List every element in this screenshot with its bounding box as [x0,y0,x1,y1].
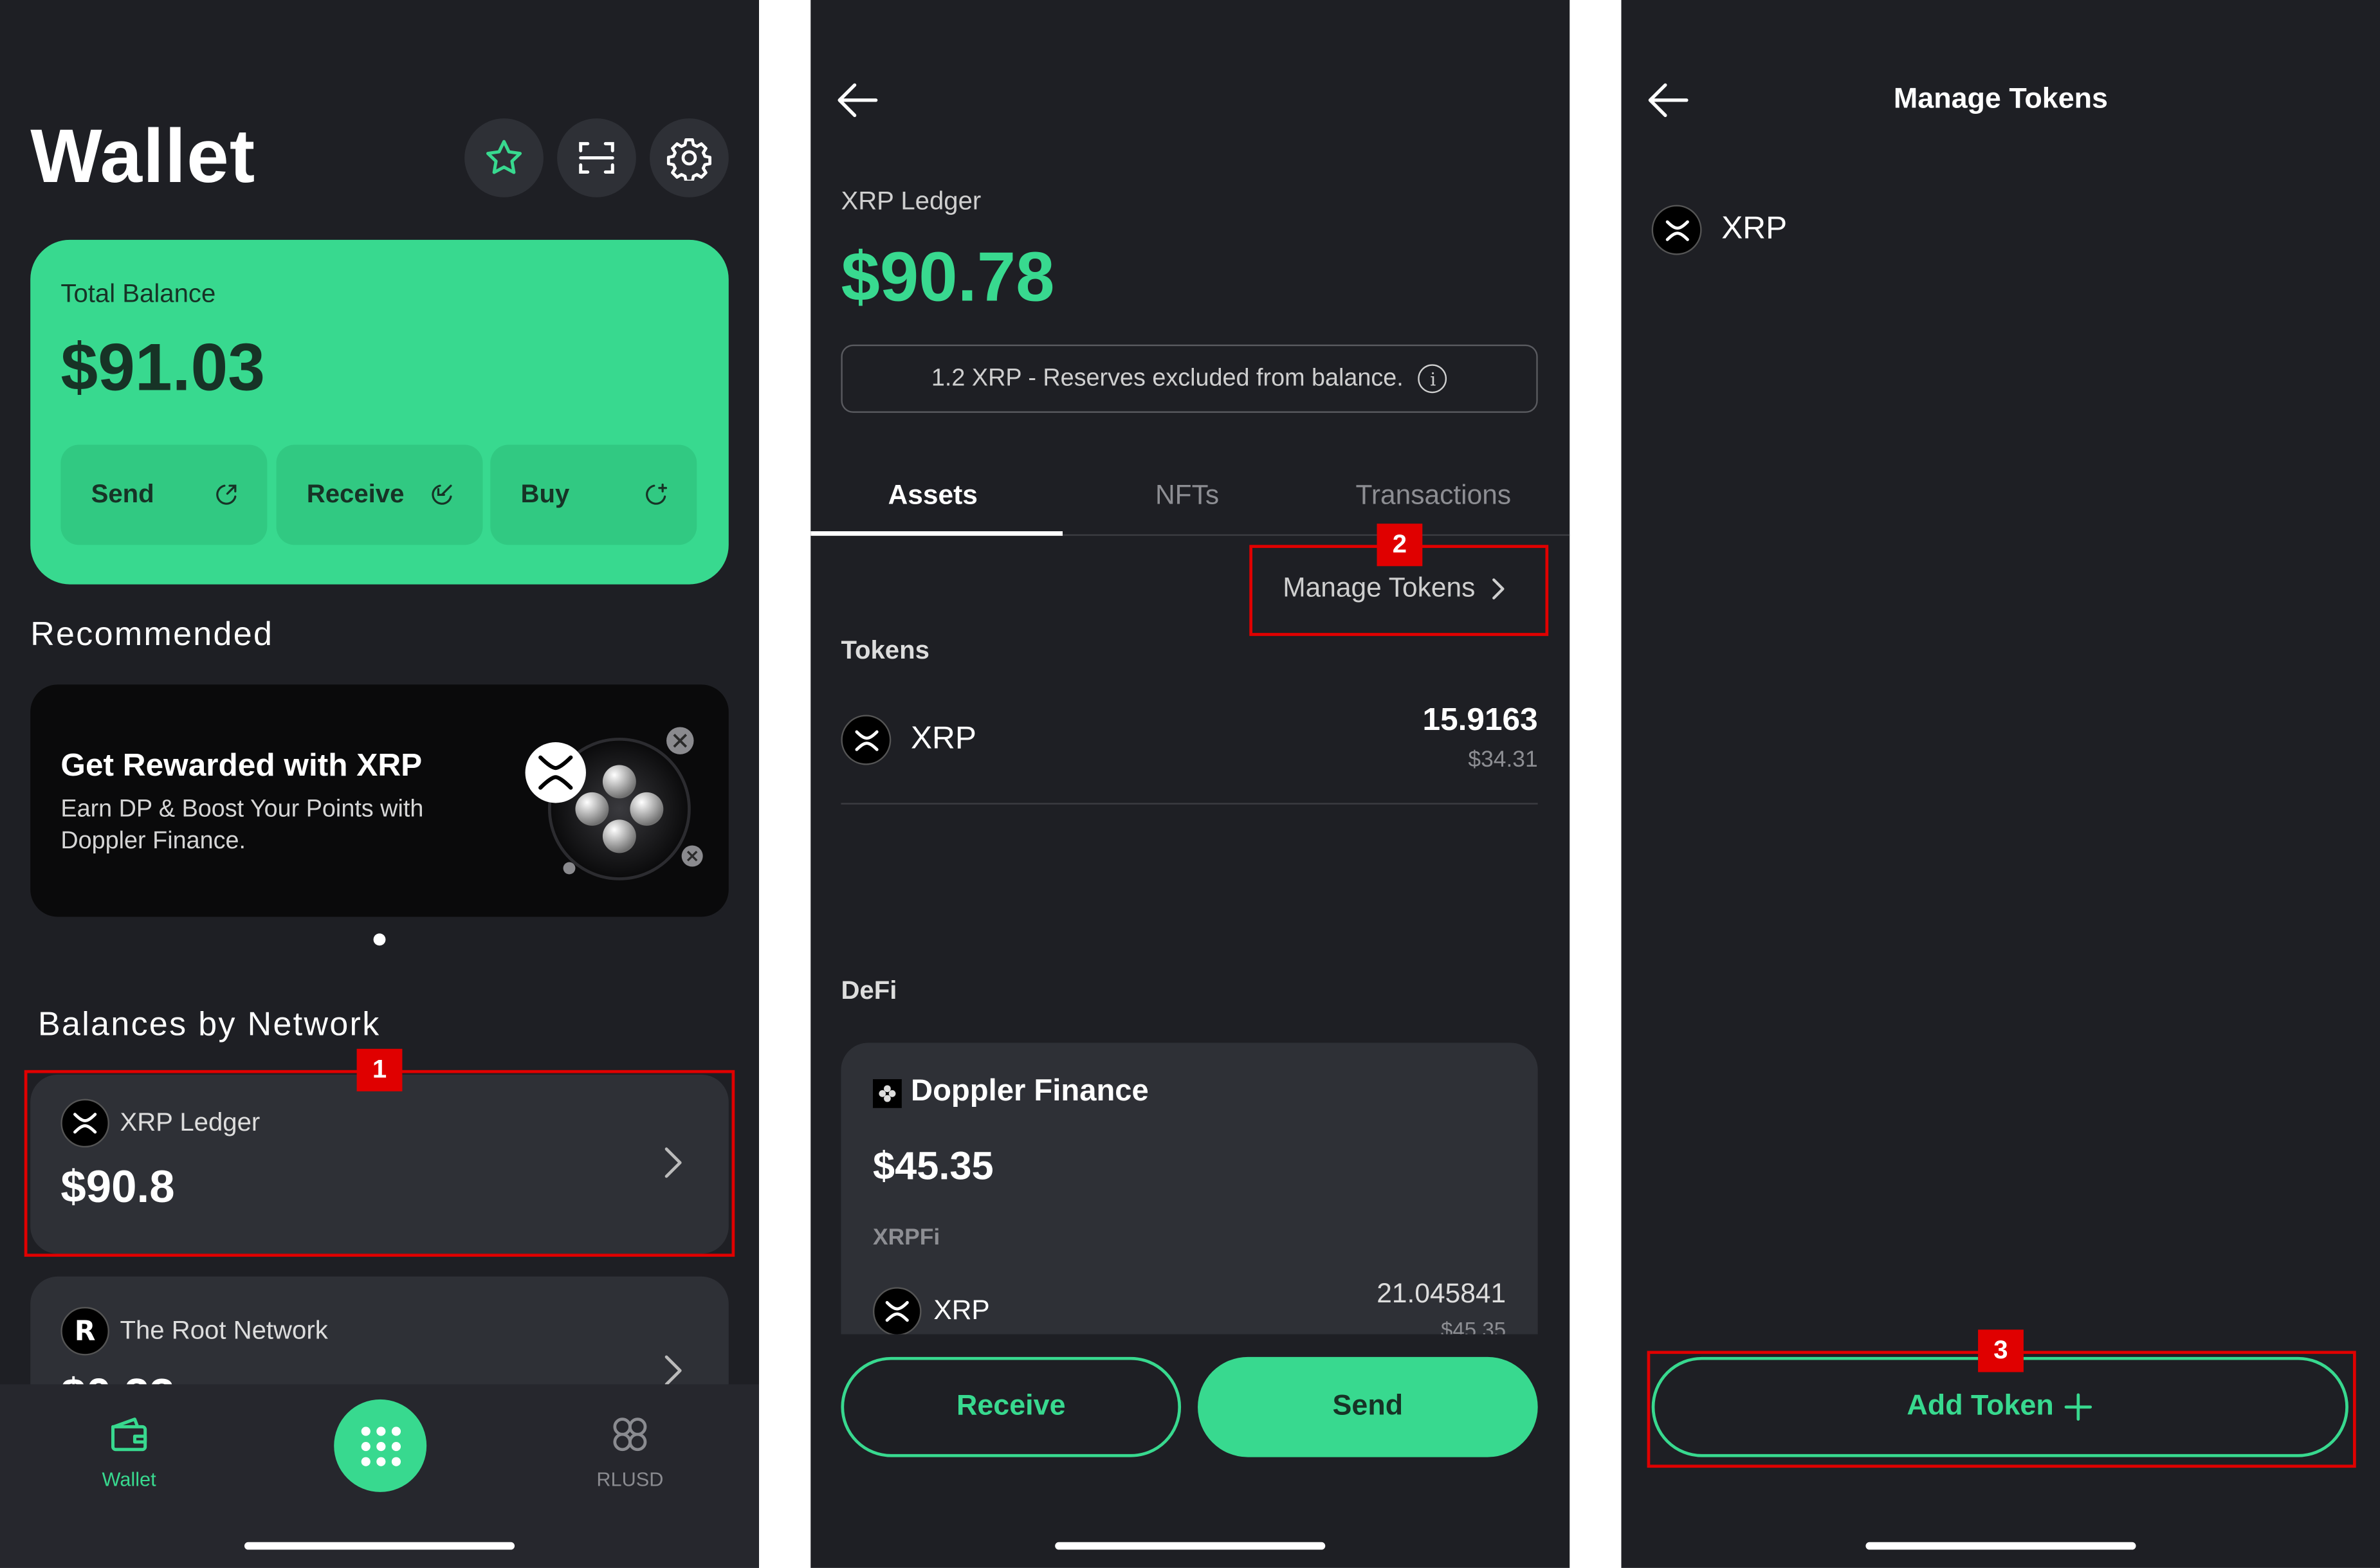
favorites-button[interactable] [464,118,544,197]
carousel-dot[interactable] [373,933,386,946]
xrp-ledger-screen: XRP Ledger $90.78 1.2 XRP - Reserves exc… [810,0,1570,1568]
network-balance: $90.78 [841,237,1055,316]
xrp-logo-icon [1651,205,1702,255]
scan-button[interactable] [557,118,636,197]
defi-card[interactable]: Doppler Finance $45.35 XRPFi XRP 21.0458… [841,1043,1538,1335]
wallet-icon [111,1418,147,1452]
wallet-screen: Wallet Total Balance $91.03 Send Receive [0,0,759,1568]
xrp-reward-illustration [525,727,703,880]
annotation-label-3: 3 [1978,1329,2024,1372]
defi-asset-symbol: XRP [933,1295,990,1326]
arrow-down-left-icon [432,484,452,505]
annotation-box-1 [24,1070,735,1257]
promo-card[interactable]: Get Rewarded with XRP Earn DP & Boost Yo… [30,684,729,917]
defi-category: XRPFi [873,1225,940,1251]
annotation-label-2: 2 [1377,524,1423,567]
token-symbol: XRP [1721,211,1788,246]
gear-icon [666,138,711,181]
token-symbol: XRP [910,721,976,756]
send-button[interactable]: Send [60,444,268,545]
defi-asset-value: $45.35 [1441,1317,1506,1335]
balances-by-network-heading: Balances by Network [37,1005,381,1043]
page-title: Wallet [30,113,256,199]
total-balance-label: Total Balance [60,279,216,309]
bottom-navigation: Wallet RLUSD [0,1384,759,1568]
buy-label: Buy [520,479,570,509]
token-value: $34.31 [1468,747,1538,773]
settings-button[interactable] [650,118,729,197]
home-indicator [1055,1542,1326,1550]
receive-button[interactable]: Receive [276,444,483,545]
defi-amount: $45.35 [873,1143,994,1189]
nav-wallet-label: Wallet [102,1468,156,1491]
annotation-label-1: 1 [356,1048,403,1091]
token-row[interactable]: XRP 15.9163 $34.31 [841,698,1538,805]
chevron-right-icon [664,1355,682,1386]
doppler-logo-icon [873,1079,902,1108]
receive-label: Receive [306,479,405,509]
tab-transactions[interactable]: Transactions [1355,480,1511,512]
active-tab-underline [810,531,1063,536]
buy-button[interactable]: Buy [490,444,697,545]
tokens-heading: Tokens [841,635,929,665]
back-arrow-icon[interactable] [835,79,881,122]
star-icon [486,140,522,174]
promo-title: Get Rewarded with XRP [60,748,423,783]
manage-tokens-screen: Manage Tokens XRP Add Token 3 [1621,0,2380,1568]
home-indicator [1865,1542,2136,1550]
total-balance-card: Total Balance $91.03 Send Receive Buy [30,239,729,585]
total-balance-amount: $91.03 [60,331,266,406]
reserve-notice-text: 1.2 XRP - Reserves excluded from balance… [931,365,1404,391]
send-label: Send [1332,1390,1404,1423]
recommended-heading: Recommended [30,614,274,653]
apps-grid-button[interactable] [334,1399,427,1492]
info-icon[interactable]: i [1418,364,1448,394]
defi-name: Doppler Finance [910,1074,1149,1108]
network-name: XRP Ledger [841,187,982,216]
tab-assets[interactable]: Assets [888,480,978,512]
receive-button[interactable]: Receive [841,1356,1182,1457]
send-label: Send [91,479,154,509]
scan-icon [579,141,614,174]
rlusd-icon [613,1418,647,1452]
xrp-logo-icon [841,715,892,765]
tab-nfts[interactable]: NFTs [1155,480,1219,512]
network-name: The Root Network [120,1316,328,1345]
reserve-notice: 1.2 XRP - Reserves excluded from balance… [841,344,1538,413]
token-amount: 15.9163 [1422,702,1538,738]
root-network-logo-icon: R [60,1306,109,1356]
send-button[interactable]: Send [1198,1356,1538,1457]
receive-label: Receive [956,1390,1066,1423]
token-row[interactable]: XRP [1651,205,2350,257]
defi-asset-amount: 21.045841 [1377,1278,1506,1309]
arrow-up-right-icon [216,484,237,505]
nav-rlusd-label: RLUSD [596,1468,664,1491]
promo-description: Earn DP & Boost Your Points with Doppler… [60,797,424,855]
apps-grid-icon [360,1426,400,1466]
nav-rlusd[interactable]: RLUSD [577,1412,683,1503]
page-title: Manage Tokens [1893,83,2109,116]
add-circle-icon [646,483,668,505]
home-indicator [244,1542,515,1550]
nav-wallet[interactable]: Wallet [76,1412,182,1503]
xrp-logo-icon [873,1287,922,1335]
defi-heading: DeFi [841,976,897,1005]
